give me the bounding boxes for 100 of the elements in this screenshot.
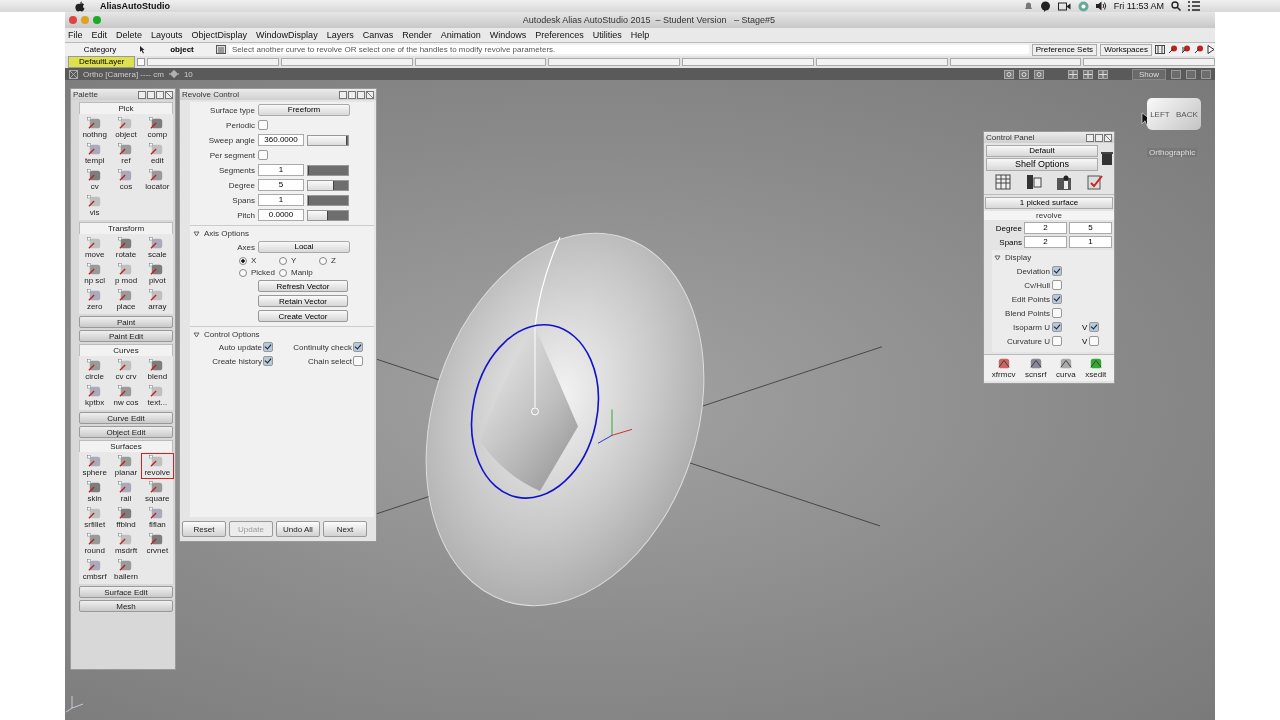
palette-section-button[interactable]: Object Edit bbox=[79, 426, 173, 438]
panel-collapse-icon[interactable] bbox=[1095, 133, 1103, 142]
apple-icon[interactable] bbox=[75, 0, 85, 12]
value-field[interactable]: 2 bbox=[1024, 236, 1067, 248]
cube-face-label[interactable]: LEFT bbox=[1150, 109, 1170, 119]
menu-item[interactable]: Edit bbox=[91, 30, 108, 40]
palette-tool[interactable]: circle bbox=[79, 358, 111, 382]
menu-item[interactable]: WindowDisplay bbox=[256, 30, 318, 40]
palette-tool[interactable]: square bbox=[141, 480, 173, 504]
table-icon[interactable] bbox=[995, 174, 1012, 190]
checkbox[interactable] bbox=[1089, 336, 1100, 346]
tool-icon[interactable] bbox=[86, 359, 103, 372]
camera-icon[interactable] bbox=[1057, 1, 1071, 11]
layer-tab[interactable]: DefaultLayer bbox=[68, 56, 136, 68]
panel-collapse-icon[interactable] bbox=[156, 90, 164, 99]
menu-item[interactable]: Preferences bbox=[535, 30, 584, 40]
view-label[interactable]: Orthographic bbox=[1147, 148, 1198, 157]
tool-icon[interactable] bbox=[118, 237, 134, 250]
layer-checkbox[interactable] bbox=[137, 58, 146, 66]
footer-button[interactable]: Undo All bbox=[276, 521, 320, 537]
checkbox[interactable] bbox=[1052, 322, 1062, 332]
palette-tool[interactable]: locator bbox=[141, 168, 173, 192]
palette-section-button[interactable]: Paint Edit bbox=[79, 330, 173, 342]
tool-icon[interactable] bbox=[86, 289, 103, 302]
tool-icon[interactable] bbox=[118, 263, 134, 276]
checkbox[interactable] bbox=[1052, 266, 1062, 276]
dropdown[interactable]: Freeform bbox=[258, 104, 350, 116]
view-tool-icon[interactable] bbox=[1019, 69, 1029, 79]
palette-section-tab[interactable]: Curves bbox=[79, 344, 173, 356]
palette-tool[interactable]: srfillet bbox=[79, 506, 111, 530]
checklist-icon[interactable] bbox=[1086, 174, 1103, 190]
expand-arrow-icon[interactable] bbox=[994, 253, 1001, 261]
tool-icon[interactable] bbox=[118, 385, 134, 398]
toolbar-button[interactable]: Workspaces bbox=[1100, 43, 1152, 56]
close-icon[interactable] bbox=[165, 90, 173, 99]
checkbox[interactable] bbox=[1089, 322, 1100, 332]
close-icon[interactable] bbox=[366, 90, 374, 99]
panel-collapse-icon[interactable] bbox=[357, 90, 365, 99]
view-tool-icon[interactable] bbox=[1068, 69, 1078, 79]
expand-arrow-icon[interactable] bbox=[193, 330, 200, 338]
shelf-dropdown[interactable]: Shelf Options bbox=[986, 158, 1098, 171]
checkbox[interactable] bbox=[1052, 280, 1062, 290]
tool-icon[interactable] bbox=[86, 385, 103, 398]
view-cube[interactable]: LEFT BACK bbox=[1147, 98, 1201, 130]
menu-item[interactable]: ObjectDisplay bbox=[191, 30, 248, 40]
bell-icon[interactable] bbox=[1023, 1, 1033, 11]
footer-button[interactable]: Next bbox=[323, 521, 367, 537]
vector-button[interactable]: Refresh Vector bbox=[258, 280, 348, 292]
palette-tool[interactable]: crvnet bbox=[141, 532, 173, 556]
palette-tool[interactable]: planar bbox=[110, 454, 142, 478]
tool-icon[interactable] bbox=[86, 195, 103, 208]
palette-tool[interactable]: comp bbox=[141, 116, 173, 140]
number-field[interactable]: 1 bbox=[258, 194, 304, 206]
manipulator-icon[interactable] bbox=[597, 408, 633, 444]
radio-button[interactable]: Picked bbox=[239, 268, 279, 277]
tool-icon[interactable] bbox=[118, 359, 134, 372]
tool-icon[interactable] bbox=[86, 507, 103, 520]
palette-tool[interactable]: pivot bbox=[141, 262, 173, 286]
palette-tool[interactable]: skin bbox=[79, 480, 111, 504]
palette-tool[interactable]: scale bbox=[141, 236, 173, 260]
menu-item[interactable]: Canvas bbox=[362, 30, 394, 40]
tool-icon[interactable] bbox=[118, 507, 134, 520]
menu-item[interactable]: Layouts bbox=[151, 30, 183, 40]
radio-button[interactable]: Z bbox=[319, 256, 359, 265]
menu-item[interactable]: Windows bbox=[489, 30, 527, 40]
tool-icon[interactable] bbox=[118, 455, 134, 468]
pick-mode-label[interactable]: object bbox=[151, 45, 213, 54]
search-icon[interactable] bbox=[1171, 1, 1181, 11]
vector-button[interactable]: Retain Vector bbox=[258, 295, 348, 307]
checkbox[interactable] bbox=[263, 342, 273, 352]
palette-tool[interactable]: round bbox=[79, 532, 111, 556]
menu-item[interactable]: Layers bbox=[326, 30, 354, 40]
toolbar-button[interactable]: Preference Sets bbox=[1031, 43, 1098, 56]
tool-icon[interactable] bbox=[86, 481, 103, 494]
slider-track[interactable] bbox=[307, 164, 349, 176]
palette-tool[interactable]: nothng bbox=[79, 116, 111, 140]
number-field[interactable]: 0.0000 bbox=[258, 209, 304, 221]
close-icon[interactable] bbox=[69, 69, 78, 79]
palette-tool[interactable]: cmbsrf bbox=[79, 558, 111, 582]
palette-tool[interactable]: ffblnd bbox=[110, 506, 142, 530]
palette-tool[interactable]: kptbx bbox=[79, 384, 111, 408]
shelf-tool[interactable]: curva bbox=[1056, 356, 1076, 380]
number-field[interactable]: 360.0000 bbox=[258, 134, 304, 146]
palette-tool[interactable]: rotate bbox=[110, 236, 142, 260]
view-tool-icon[interactable] bbox=[1004, 69, 1014, 79]
tool-icon[interactable] bbox=[86, 533, 103, 546]
palette-tool[interactable]: cos bbox=[110, 168, 142, 192]
shelf-tool[interactable]: xfrmcv bbox=[991, 356, 1016, 380]
value-field[interactable]: 1 bbox=[1069, 236, 1112, 248]
palette-section-button[interactable]: Curve Edit bbox=[79, 412, 173, 424]
profile-curve[interactable] bbox=[470, 324, 600, 499]
expand-arrow-icon[interactable] bbox=[193, 229, 200, 237]
panel-layout-icon[interactable] bbox=[1025, 174, 1042, 190]
palette-tool[interactable]: place bbox=[110, 288, 142, 312]
play-icon[interactable] bbox=[1207, 45, 1215, 54]
palette-section-button[interactable]: Surface Edit bbox=[79, 586, 173, 598]
section-title[interactable]: Axis Options bbox=[204, 228, 249, 238]
value-field[interactable]: 5 bbox=[1069, 222, 1112, 234]
picked-dropdown[interactable]: 1 picked surface bbox=[985, 197, 1113, 209]
cube-face-label[interactable]: BACK bbox=[1176, 109, 1198, 119]
